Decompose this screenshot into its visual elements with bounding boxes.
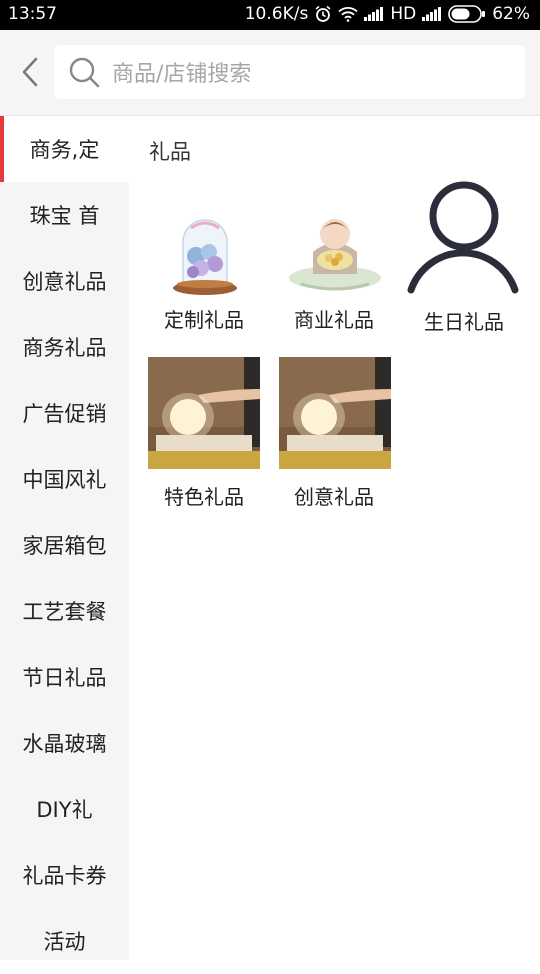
signal-icon-2 (422, 7, 442, 21)
moon-lamp-image (148, 357, 260, 469)
sidebar-item-label: 工艺套餐 (22, 600, 107, 624)
alarm-icon (314, 5, 332, 23)
sidebar-item-label: 中国风礼 (22, 468, 107, 492)
status-indicators: 10.6K/s HD 62% (245, 4, 530, 24)
sidebar-item[interactable]: 商务,定 (0, 116, 129, 182)
moon-lamp-image (279, 357, 391, 469)
sidebar-item[interactable]: 中国风礼 (0, 446, 129, 512)
back-button[interactable] (12, 52, 48, 92)
search-icon (68, 56, 100, 88)
sidebar-item-label: DIY礼 (36, 798, 93, 822)
network-type: HD (390, 4, 417, 24)
sidebar-item[interactable]: 节日礼品 (0, 644, 129, 710)
sidebar-item[interactable]: 水晶玻璃 (0, 710, 129, 776)
sidebar-item[interactable]: 家居箱包 (0, 512, 129, 578)
tile-label: 创意礼品 (294, 485, 374, 509)
sidebar-item-label: 家居箱包 (22, 534, 107, 558)
category-tile[interactable]: 生日礼品 (399, 176, 529, 336)
sidebar-item[interactable]: 广告促销 (0, 380, 129, 446)
battery-level: 62% (492, 4, 530, 24)
search-placeholder: 商品/店铺搜索 (112, 62, 252, 87)
category-tile[interactable]: 定制礼品 (139, 204, 269, 334)
sidebar-item-label: 创意礼品 (22, 270, 107, 294)
sidebar-item[interactable]: 珠宝 首 (0, 182, 129, 248)
wifi-icon (338, 6, 358, 22)
girl-bouquet-image (279, 204, 391, 316)
tile-label: 特色礼品 (164, 485, 244, 509)
search-header: 商品/店铺搜索 (0, 30, 540, 116)
sidebar-item-label: 节日礼品 (22, 666, 107, 690)
category-tile[interactable]: 商业礼品 (269, 204, 399, 334)
category-sidebar: 商务,定 珠宝 首 创意礼品 商务礼品 广告促销 中国风礼 家居箱包 工艺套餐 … (0, 116, 129, 960)
tile-label: 商业礼品 (294, 308, 374, 332)
sidebar-item-label: 珠宝 首 (29, 204, 100, 228)
sidebar-item[interactable]: 工艺套餐 (0, 578, 129, 644)
chevron-left-icon (22, 57, 38, 87)
sidebar-item[interactable]: 创意礼品 (0, 248, 129, 314)
signal-icon (364, 7, 384, 21)
sidebar-item-label: 商务礼品 (22, 336, 107, 360)
sidebar-item[interactable]: 商务礼品 (0, 314, 129, 380)
sidebar-item[interactable]: 活动 (0, 908, 129, 974)
section-title: 礼品 (149, 140, 191, 164)
category-tile[interactable]: 创意礼品 (269, 357, 399, 509)
sidebar-item-label: 活动 (43, 930, 86, 954)
battery-icon (448, 5, 486, 23)
sidebar-item-label: 商务,定 (29, 138, 100, 162)
sidebar-item[interactable]: DIY礼 (0, 776, 129, 842)
status-bar: 13:57 10.6K/s HD 62% (0, 0, 540, 30)
status-time: 13:57 (8, 4, 57, 24)
sidebar-item-label: 水晶玻璃 (22, 732, 107, 756)
user-placeholder-icon (402, 176, 526, 300)
sidebar-item[interactable]: 礼品卡券 (0, 842, 129, 908)
network-speed: 10.6K/s (244, 4, 309, 24)
sidebar-item-label: 礼品卡券 (22, 864, 107, 888)
search-input[interactable]: 商品/店铺搜索 (54, 45, 525, 99)
tile-label: 定制礼品 (164, 308, 244, 332)
category-tile[interactable]: 特色礼品 (139, 357, 269, 509)
flower-dome-image (149, 204, 261, 316)
category-content: 礼品 定制礼品 商业礼品 生日礼品 特色礼品 创意礼品 (129, 116, 540, 960)
sidebar-item-label: 广告促销 (22, 402, 107, 426)
tile-label: 生日礼品 (424, 310, 504, 334)
